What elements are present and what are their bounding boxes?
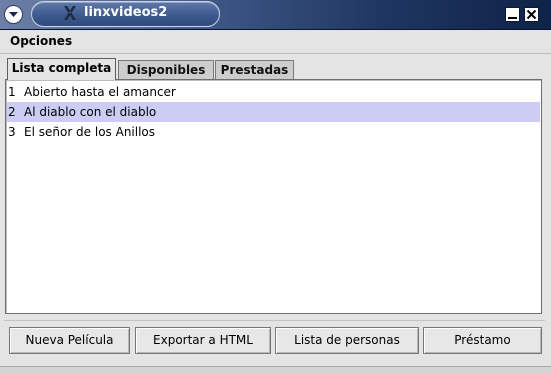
minimize-button[interactable] [505, 7, 520, 22]
list-item[interactable]: 1 Abierto hasta el amancer [7, 82, 540, 102]
tab-disponibles[interactable]: Disponibles [118, 60, 214, 79]
title-bar[interactable]: linxvideos2 [0, 0, 551, 30]
list-item-title: Abierto hasta el amancer [24, 85, 176, 99]
list-item-number: 2 [8, 105, 16, 119]
close-button[interactable] [524, 7, 539, 22]
tab-lista-completa[interactable]: Lista completa [7, 58, 116, 80]
x-logo-icon [64, 6, 76, 20]
list-item-number: 3 [8, 125, 16, 139]
list-item-title: Al diablo con el diablo [24, 105, 157, 119]
tab-prestadas[interactable]: Prestadas [215, 60, 294, 79]
nueva-pelicula-button[interactable]: Nueva Película [9, 327, 130, 354]
prestamo-button[interactable]: Préstamo [423, 327, 542, 354]
list-item-title: El señor de los Anillos [24, 125, 156, 139]
list-item[interactable]: 2 Al diablo con el diablo [7, 102, 540, 122]
window-bottom-border [0, 366, 551, 373]
exportar-html-button[interactable]: Exportar a HTML [135, 327, 271, 354]
menu-opciones[interactable]: Opciones [10, 34, 72, 49]
lista-personas-button[interactable]: Lista de personas [275, 327, 419, 354]
window-menu-button[interactable] [4, 5, 23, 24]
window-title: linxvideos2 [84, 5, 168, 20]
chevron-down-icon [9, 12, 18, 17]
close-icon [526, 9, 537, 20]
movie-list[interactable]: 1 Abierto hasta el amancer 2 Al diablo c… [5, 79, 542, 314]
menu-bar: Opciones [0, 30, 551, 54]
button-bar: Nueva Película Exportar a HTML Lista de … [4, 320, 545, 360]
list-item[interactable]: 3 El señor de los Anillos [7, 122, 540, 142]
minimize-icon [508, 17, 517, 19]
list-item-number: 1 [8, 85, 16, 99]
app-window: linxvideos2 Opciones Lista completa Disp… [0, 0, 551, 373]
main-content: Lista completa Disponibles Prestadas 1 A… [0, 54, 551, 373]
